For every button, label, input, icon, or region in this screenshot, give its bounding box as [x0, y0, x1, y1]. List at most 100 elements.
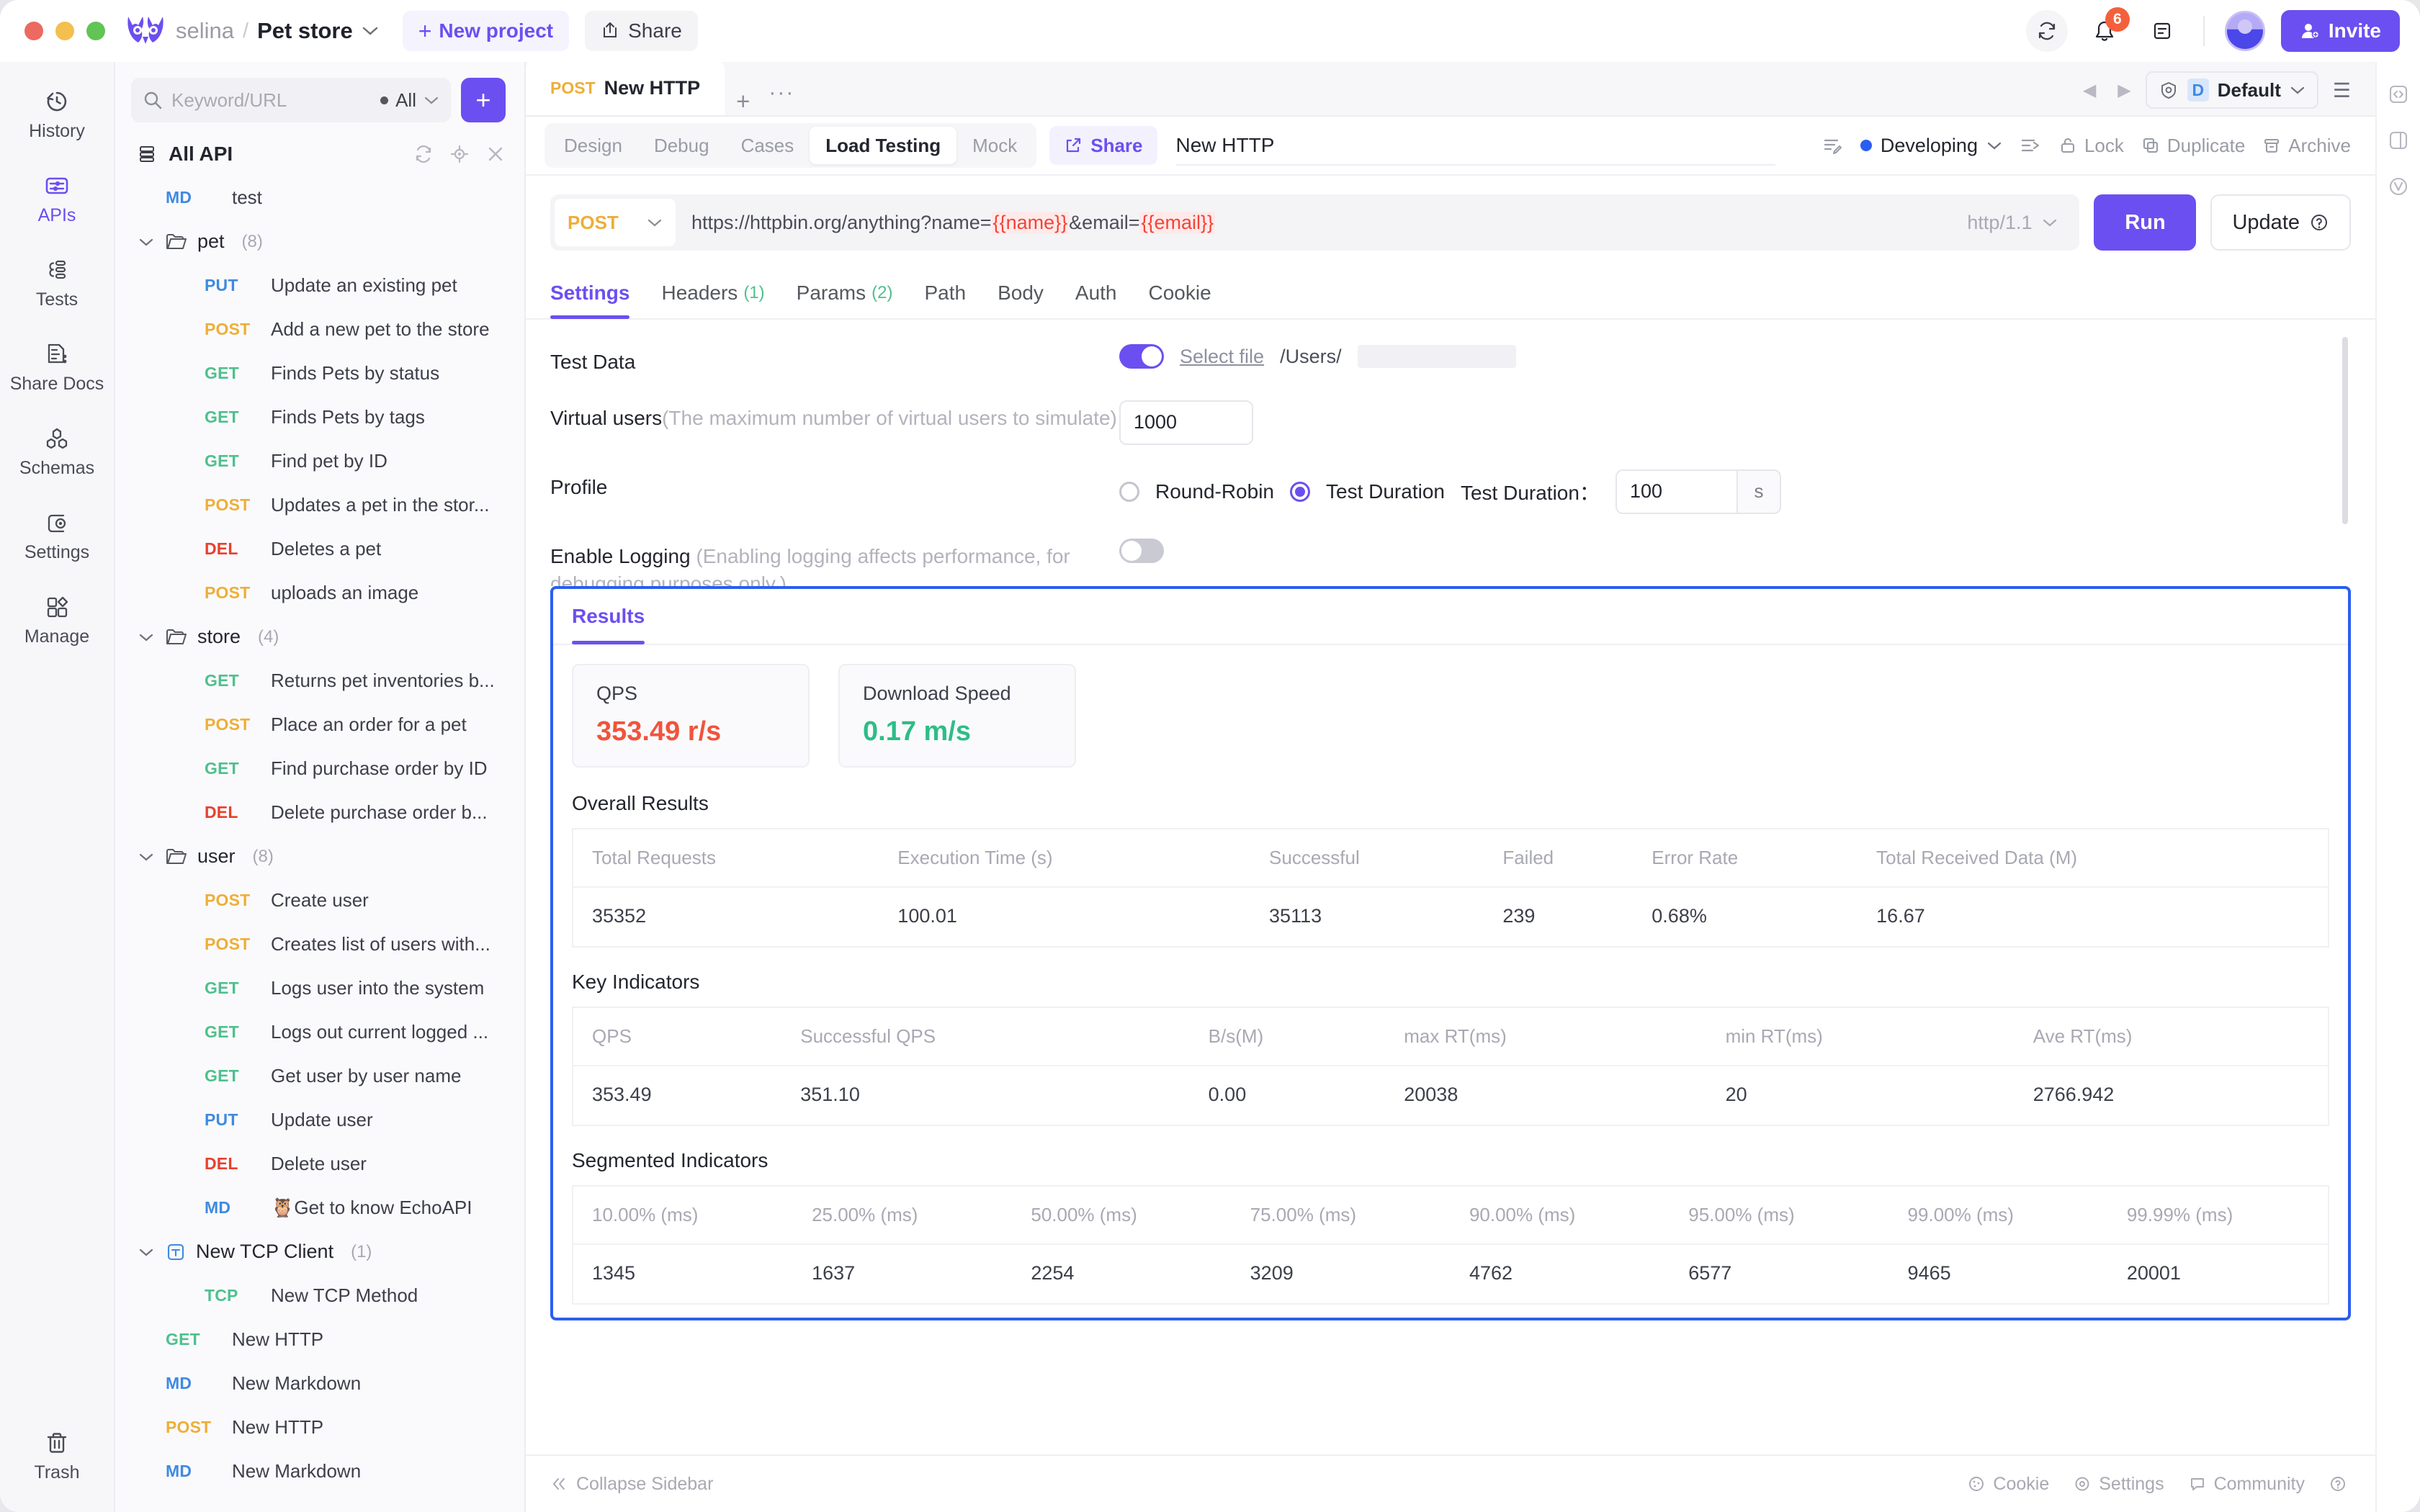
virtual-users-input[interactable]: 1000	[1119, 400, 1253, 445]
run-button[interactable]: Run	[2094, 194, 2197, 251]
status-badge[interactable]: Developing	[1860, 135, 2002, 157]
tree-item-new-markdown[interactable]: MD New Markdown	[115, 1449, 524, 1493]
sidebar-item-history[interactable]: History	[6, 78, 107, 150]
cookie-button[interactable]: Cookie	[1968, 1474, 2049, 1495]
refresh-icon[interactable]	[413, 144, 434, 164]
request-tab-auth[interactable]: Auth	[1075, 267, 1117, 319]
url-input[interactable]: https://httpbin.org/anything?name={{name…	[676, 211, 1950, 234]
sidebar-panel-icon[interactable]	[2386, 128, 2411, 153]
test-duration-input[interactable]: 100	[1615, 469, 1736, 514]
chevron-down-icon[interactable]	[137, 1247, 156, 1257]
maximize-window-button[interactable]	[86, 22, 105, 40]
request-tab-body[interactable]: Body	[998, 267, 1044, 319]
tree-item-find-purchase-order-by-id[interactable]: GET Find purchase order by ID	[115, 747, 524, 791]
request-tabs[interactable]: Settings Headers (1) Params (2) Path Body Auth C…	[526, 268, 2375, 320]
test-data-toggle[interactable]	[1119, 344, 1164, 369]
mode-tab-load-testing[interactable]: Load Testing	[810, 127, 957, 164]
update-button[interactable]: Update	[2210, 194, 2351, 251]
tree-item-create-user[interactable]: POST Create user	[115, 878, 524, 922]
new-project-button[interactable]: + New project	[402, 11, 570, 51]
api-tree-list[interactable]: MD test pet (8) PUT Update an existing pet POS…	[115, 176, 524, 1512]
tree-item-update-an-existing-pet[interactable]: PUT Update an existing pet	[115, 264, 524, 307]
tree-item-uploads-an-image[interactable]: POST uploads an image	[115, 571, 524, 615]
request-tab-cookie[interactable]: Cookie	[1149, 267, 1211, 319]
tree-item-logs-out-current-logged[interactable]: GET Logs out current logged ...	[115, 1010, 524, 1054]
mode-tab-mock[interactable]: Mock	[956, 127, 1033, 164]
add-api-button[interactable]: +	[461, 78, 506, 122]
tree-item-add-a-new-pet-to-the-store[interactable]: POST Add a new pet to the store	[115, 307, 524, 351]
lock-button[interactable]: Lock	[2058, 135, 2124, 157]
sidebar-item-apis[interactable]: APIs	[6, 162, 107, 235]
avatar[interactable]	[2224, 11, 2265, 51]
request-tab-headers[interactable]: Headers (1)	[661, 267, 764, 319]
chevron-down-icon[interactable]	[362, 26, 378, 36]
tree-item-creates-list-of-users-with[interactable]: POST Creates list of users with...	[115, 922, 524, 966]
help-button[interactable]	[2329, 1475, 2347, 1493]
tab-overflow-button[interactable]: ···	[761, 81, 802, 115]
request-tab-params[interactable]: Params (2)	[797, 267, 893, 319]
mode-segmented-control[interactable]: Design Debug Cases Load Testing Mock	[544, 123, 1037, 168]
sidebar-item-manage[interactable]: Manage	[6, 583, 107, 656]
tab-results[interactable]: Results	[572, 589, 645, 644]
mode-tab-debug[interactable]: Debug	[638, 127, 725, 164]
http-method-select[interactable]: POST	[555, 199, 676, 246]
tree-item-delete-user[interactable]: DEL Delete user	[115, 1142, 524, 1186]
new-tab-button[interactable]: +	[725, 88, 761, 115]
move-icon[interactable]	[2020, 135, 2041, 156]
tree-folder-new-tcp-client[interactable]: New TCP Client (1)	[115, 1230, 524, 1274]
tree-item-new-http[interactable]: POST New HTTP	[115, 1405, 524, 1449]
tree-item-test[interactable]: MD test	[115, 176, 524, 220]
tree-item-delete-purchase-order-b[interactable]: DEL Delete purchase order b...	[115, 791, 524, 834]
close-window-button[interactable]	[24, 22, 43, 40]
close-icon[interactable]	[485, 144, 506, 164]
tree-item-find-pet-by-id[interactable]: GET Find pet by ID	[115, 439, 524, 483]
tree-item-deletes-a-pet[interactable]: DEL Deletes a pet	[115, 527, 524, 571]
notifications-button[interactable]: 6	[2084, 7, 2130, 52]
duplicate-button[interactable]: Duplicate	[2141, 135, 2245, 157]
settings-button[interactable]: Settings	[2074, 1474, 2164, 1495]
edit-description-icon[interactable]	[1821, 135, 1843, 156]
request-name-field[interactable]: New HTTP	[1175, 117, 1819, 174]
collapse-sidebar-button[interactable]: Collapse Sidebar	[550, 1474, 713, 1495]
tree-folder-store[interactable]: store (4)	[115, 615, 524, 659]
http-version-select[interactable]: http/1.1	[1950, 212, 2075, 234]
tree-folder-pet[interactable]: pet (8)	[115, 220, 524, 264]
request-tab-settings[interactable]: Settings	[550, 267, 630, 319]
tree-item-new-http[interactable]: GET New HTTP	[115, 1318, 524, 1362]
enable-logging-toggle[interactable]	[1119, 538, 1164, 563]
settings-scrollbar[interactable]	[2342, 337, 2348, 524]
document-tab-new-http[interactable]: POST New HTTP	[526, 60, 725, 115]
notes-button[interactable]	[2141, 10, 2183, 52]
search-filter-dropdown[interactable]: All	[380, 89, 439, 112]
chevron-down-icon[interactable]	[137, 237, 156, 247]
tree-item-update-user[interactable]: PUT Update user	[115, 1098, 524, 1142]
tree-item-place-an-order-for-a-pet[interactable]: POST Place an order for a pet	[115, 703, 524, 747]
tree-item-new-tcp-method[interactable]: TCP New TCP Method	[115, 1274, 524, 1318]
invite-button[interactable]: Invite	[2280, 10, 2400, 52]
archive-button[interactable]: Archive	[2262, 135, 2351, 157]
mode-tab-cases[interactable]: Cases	[725, 127, 810, 164]
menu-icon[interactable]: ☰	[2326, 78, 2358, 102]
share-request-button[interactable]: Share	[1049, 126, 1157, 165]
sidebar-item-settings[interactable]: Settings	[6, 499, 107, 572]
search-input[interactable]: Keyword/URL All	[131, 78, 451, 122]
tree-item-get-user-by-user-name[interactable]: GET Get user by user name	[115, 1054, 524, 1098]
chevron-down-icon[interactable]	[137, 852, 156, 862]
mode-tab-design[interactable]: Design	[548, 127, 638, 164]
sidebar-item-trash[interactable]: Trash	[6, 1419, 107, 1492]
locate-icon[interactable]	[449, 144, 470, 164]
environment-selector[interactable]: D Default	[2145, 71, 2318, 109]
sync-button[interactable]	[2025, 10, 2068, 52]
project-name[interactable]: Pet store	[257, 18, 353, 44]
tree-item-new-markdown[interactable]: MD New Markdown	[115, 1362, 524, 1405]
radio-round-robin[interactable]	[1119, 481, 1139, 502]
code-panel-icon[interactable]	[2386, 82, 2411, 107]
tree-item-finds-pets-by-status[interactable]: GET Finds Pets by status	[115, 351, 524, 395]
tree-item-finds-pets-by-tags[interactable]: GET Finds Pets by tags	[115, 395, 524, 439]
tree-item-returns-pet-inventories-b[interactable]: GET Returns pet inventories b...	[115, 659, 524, 703]
version-icon[interactable]	[2386, 174, 2411, 199]
radio-test-duration[interactable]	[1290, 481, 1310, 502]
tree-item-updates-a-pet-in-the-stor[interactable]: POST Updates a pet in the stor...	[115, 483, 524, 527]
sidebar-item-schemas[interactable]: Schemas	[6, 415, 107, 487]
chevron-down-icon[interactable]	[137, 632, 156, 642]
